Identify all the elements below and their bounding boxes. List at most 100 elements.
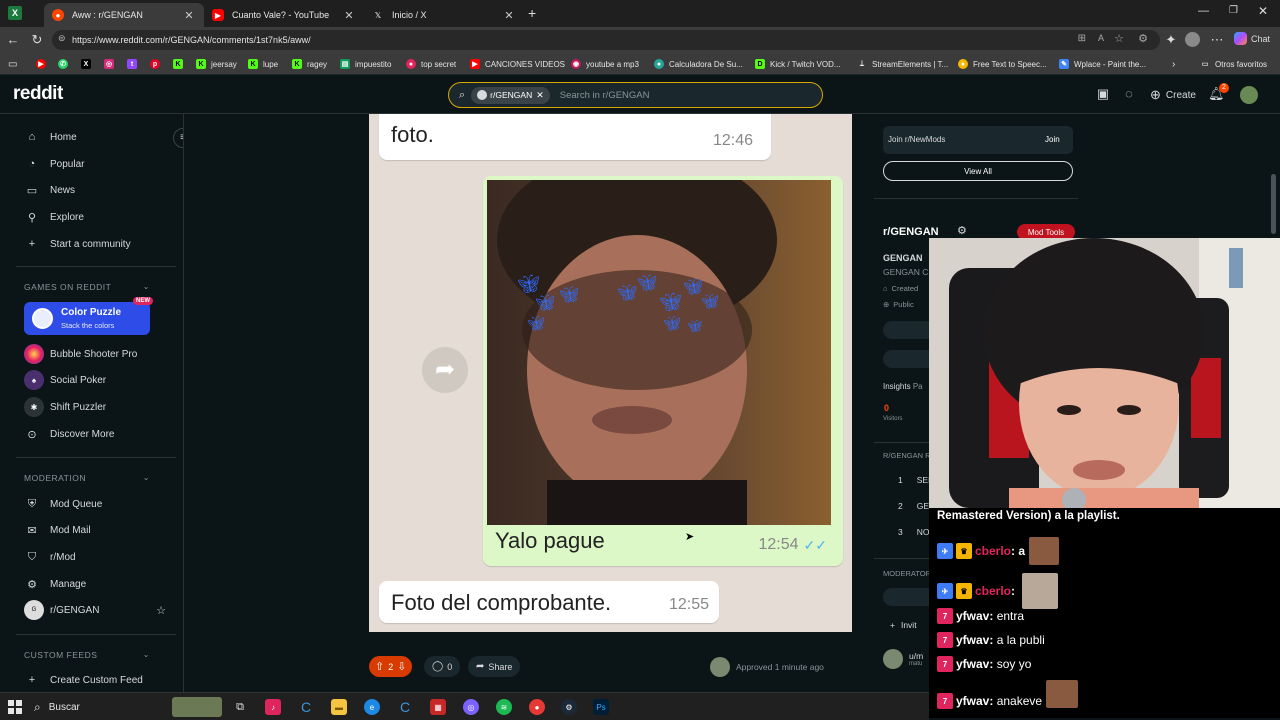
moderation-section-header[interactable]: MODERATION ⌄ (24, 473, 150, 483)
bookmark-whatsapp[interactable]: ✆ (58, 57, 73, 71)
bookmark-pinterest[interactable]: p (150, 57, 165, 71)
chrome-icon[interactable]: ● (529, 699, 545, 715)
featured-game-card[interactable]: Color Puzzle Stack the colors NEW (24, 297, 153, 335)
puzzle-extensions-icon[interactable]: ✦ (1163, 32, 1179, 48)
window-close-icon[interactable]: ✕ (1258, 4, 1268, 18)
custom-feeds-section-header[interactable]: CUSTOM FEEDS ⌄ (24, 650, 150, 660)
copilot-button[interactable]: Chat (1234, 32, 1270, 45)
site-info-icon[interactable]: ⊜ (58, 33, 66, 44)
close-icon[interactable]: ✕ (182, 9, 196, 22)
chevron-right-icon[interactable]: › (1172, 57, 1175, 71)
page-scrollbar[interactable] (1268, 114, 1280, 238)
bookmark-ragey[interactable]: Kragey (292, 57, 327, 71)
other-favorites[interactable]: ▭ Otros favoritos (1200, 57, 1267, 71)
taskbar-search[interactable]: ⌕ Buscar (34, 696, 224, 718)
extensions-icon[interactable]: ⚙ (1138, 32, 1148, 45)
nav-popular[interactable]: ◔ Popular (24, 154, 174, 174)
favorite-star-icon[interactable]: ☆ (1114, 32, 1124, 45)
excel-icon[interactable]: X (8, 6, 22, 20)
close-icon[interactable]: ✕ (502, 9, 516, 22)
comments-button[interactable]: ◯ 0 (424, 656, 461, 677)
photoshop-icon[interactable]: Ps (593, 699, 609, 715)
tab-youtube[interactable]: ▶ Cuanto Vale? - YouTube ✕ (204, 3, 364, 27)
nav-explore[interactable]: ⚲ Explore (24, 207, 174, 227)
chat-icon[interactable]: ◌ (1121, 86, 1137, 102)
bookmark-canciones[interactable]: ▶ CANCIONES VIDEOS (470, 57, 565, 71)
reload-icon[interactable]: ↻ (29, 32, 45, 48)
more-menu-icon[interactable]: ⋯ (1209, 32, 1225, 48)
bookmark-youtube[interactable]: ▶ (36, 57, 51, 71)
bookmark-streamelements[interactable]: ⍊ StreamElements | T... (857, 57, 948, 71)
obs-grid-icon[interactable]: ▦ (430, 699, 446, 715)
spotify-icon[interactable]: ≋ (496, 699, 512, 715)
share-button[interactable]: ➦ Share (468, 656, 521, 677)
r-mod[interactable]: ⛉ r/Mod (24, 547, 174, 567)
view-all-button[interactable]: View All (883, 161, 1073, 181)
invite-mod[interactable]: + Invit (890, 620, 917, 630)
community-gengan[interactable]: Gr/GENGAN ☆ (24, 600, 174, 620)
bookmarks-menu-icon[interactable]: ▭ (8, 57, 17, 71)
back-arrow-icon[interactable]: ← (5, 32, 21, 48)
task-view-icon[interactable]: ⧉ (232, 699, 248, 715)
rule-item[interactable]: 3 NO (898, 527, 929, 537)
read-aloud-icon[interactable]: A (1098, 33, 1104, 43)
downvote-icon[interactable]: ⇩ (397, 660, 406, 673)
collapse-sidebar-button[interactable]: ≡ (173, 128, 183, 148)
post-image[interactable]: ▔▔▔▔▔▔▔▔▔▔▔ foto. 12:46 ➦ 🦋︎🦋︎ 🦋︎🦋︎ 🦋︎🦋︎… (369, 114, 852, 632)
ads-icon[interactable]: ▣ (1095, 86, 1111, 102)
create-custom-feed[interactable]: + Create Custom Feed (24, 670, 174, 690)
join-button[interactable]: Join (1045, 135, 1060, 144)
reddit-logo[interactable]: reddit (13, 83, 63, 105)
bookmark-lupe[interactable]: Klupe (248, 57, 278, 71)
upvote-icon[interactable]: ⇧ (375, 660, 384, 673)
bookmark-twitch[interactable]: t (127, 57, 142, 71)
new-tab-button[interactable]: + (528, 5, 536, 21)
favorite-star-icon[interactable]: ☆ (156, 604, 166, 617)
mod-mail[interactable]: ✉ Mod Mail (24, 520, 174, 540)
bookmark-x[interactable]: X (81, 57, 96, 71)
nav-news[interactable]: ▭ News (24, 180, 174, 200)
bookmark-calculadora[interactable]: ● Calculadora De Su... (654, 57, 743, 71)
maximize-icon[interactable]: ❐ (1229, 5, 1238, 16)
user-avatar[interactable] (1240, 86, 1258, 104)
game-social-poker[interactable]: ♠ Social Poker (24, 370, 174, 390)
close-icon[interactable]: ✕ (342, 9, 356, 22)
app-c-icon[interactable]: C (298, 699, 314, 715)
edit-community-icon[interactable]: ⚙ (957, 224, 967, 237)
create-button[interactable]: ⊕ Create (1150, 87, 1196, 103)
community-filter-chip[interactable]: r/GENGAN ✕ (471, 86, 550, 104)
app-install-icon[interactable]: ⊞ (1078, 33, 1086, 44)
steam-icon[interactable]: ⚙ (561, 699, 577, 715)
bookmark-instagram[interactable]: ◎ (104, 57, 119, 71)
manage[interactable]: ⚙ Manage (24, 574, 174, 594)
profile-avatar[interactable] (1185, 32, 1200, 47)
game-shift-puzzler[interactable]: ✱ Shift Puzzler (24, 397, 174, 417)
bookmark-top-secret[interactable]: ● top secret (406, 57, 456, 71)
edge-icon[interactable]: e (364, 699, 380, 715)
bookmark-jeersay[interactable]: Kjeersay (196, 57, 237, 71)
games-section-header[interactable]: GAMES ON REDDIT ⌄ (24, 282, 150, 292)
bookmark-youtube-mp3[interactable]: ◉ youtube a mp3 (571, 57, 639, 71)
bookmark-kick[interactable]: K (173, 57, 188, 71)
tab-reddit[interactable]: ● Aww : r/GENGAN ✕ (44, 3, 204, 27)
url-bar[interactable]: ⊜ https://www.reddit.com/r/GENGAN/commen… (52, 30, 1160, 50)
mod-queue[interactable]: ⛨ Mod Queue (24, 494, 174, 514)
vote-button[interactable]: ⇧ 2 ⇩ (369, 656, 413, 677)
bookmark-impuestito[interactable]: ▤ impuestito (340, 57, 391, 71)
windows-start-icon[interactable] (8, 700, 22, 714)
bookmark-wplace[interactable]: ✎ Wplace - Paint the... (1059, 57, 1146, 71)
nav-home[interactable]: ⌂ Home (24, 127, 174, 147)
moderator-entry[interactable]: u/m matu (883, 649, 923, 669)
close-icon[interactable]: ✕ (536, 90, 544, 101)
tiktok-icon[interactable]: ♪ (265, 699, 281, 715)
minimize-icon[interactable]: — (1198, 5, 1209, 17)
bookmark-tts[interactable]: ● Free Text to Speec... (958, 57, 1047, 71)
bookmark-kick-twitch[interactable]: D Kick / Twitch VOD... (755, 57, 841, 71)
search-input[interactable]: Search in r/GENGAN (560, 90, 650, 101)
file-explorer-icon[interactable]: ▬ (331, 699, 347, 715)
game-bubble-shooter[interactable]: Bubble Shooter Pro (24, 344, 174, 364)
nav-start-community[interactable]: + Start a community (24, 234, 174, 254)
tab-x[interactable]: 𝕏 Inicio / X ✕ (364, 3, 524, 27)
discord-icon[interactable]: ◎ (463, 699, 479, 715)
app-c2-icon[interactable]: C (397, 699, 413, 715)
